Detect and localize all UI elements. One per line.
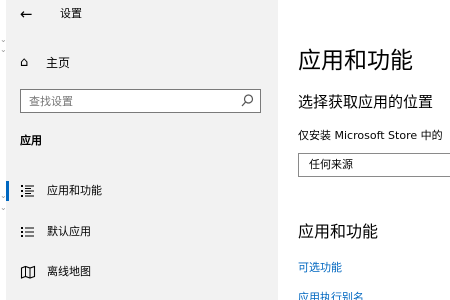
install-source-heading: 选择获取应用的位置 bbox=[298, 93, 434, 111]
app-execution-alias-link[interactable]: 应用执行别名 bbox=[298, 290, 364, 300]
nav-home-label: 主页 bbox=[46, 56, 71, 70]
sidebar-item-label: 离线地图 bbox=[47, 265, 91, 278]
sidebar-item-offline-maps[interactable]: 离线地图 bbox=[6, 260, 278, 284]
section-title: 应用 bbox=[20, 134, 42, 147]
offline-maps-icon bbox=[20, 260, 36, 284]
sidebar-item-label: 应用和功能 bbox=[47, 184, 102, 197]
install-source-dropdown[interactable]: 任何来源 bbox=[298, 153, 450, 177]
search-box[interactable] bbox=[20, 89, 261, 113]
apps-features-heading: 应用和功能 bbox=[298, 222, 379, 241]
back-arrow-icon: ← bbox=[20, 5, 33, 23]
list-icon bbox=[20, 179, 36, 203]
page-title: 应用和功能 bbox=[298, 48, 413, 74]
install-source-value: 任何来源 bbox=[309, 158, 353, 171]
back-button[interactable]: ← bbox=[20, 5, 36, 23]
app-title: 设置 bbox=[60, 7, 82, 20]
selection-indicator bbox=[6, 181, 9, 201]
sidebar-item-default-apps[interactable]: 默认应用 bbox=[6, 220, 278, 244]
search-input[interactable] bbox=[29, 93, 229, 109]
sidebar-item-label: 默认应用 bbox=[47, 225, 91, 238]
home-icon: ⌂ bbox=[20, 55, 29, 70]
main-content: 应用和功能 选择获取应用的位置 仅安装 Microsoft Store 中的 任… bbox=[278, 0, 450, 300]
search-icon[interactable] bbox=[240, 93, 254, 109]
sidebar: ← 设置 ⌂ 主页 应用 bbox=[6, 0, 278, 300]
optional-features-link[interactable]: 可选功能 bbox=[298, 260, 342, 276]
install-source-text: 仅安装 Microsoft Store 中的 bbox=[298, 129, 443, 142]
nav-home[interactable]: ⌂ 主页 bbox=[20, 53, 260, 73]
settings-window: ⌄ ⌄ ⌄ ⌄ ← 设置 ⌂ 主页 应用 bbox=[0, 0, 450, 300]
default-apps-icon bbox=[20, 220, 36, 244]
sidebar-item-apps-features[interactable]: 应用和功能 bbox=[6, 179, 278, 203]
